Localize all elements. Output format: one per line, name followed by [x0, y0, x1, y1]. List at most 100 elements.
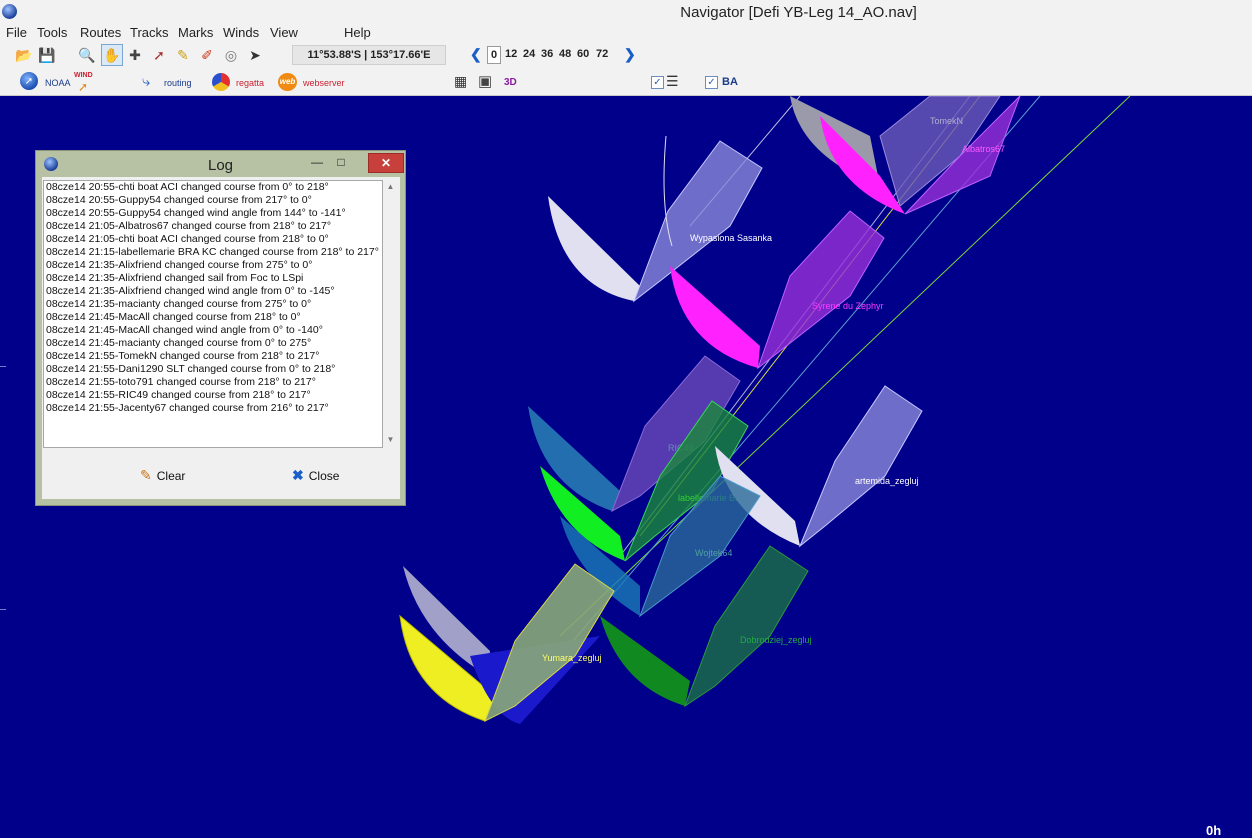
- log-entry: 08cze14 21:55-toto791 changed course fro…: [46, 376, 316, 388]
- maximize-icon[interactable]: □: [334, 153, 348, 171]
- track-line: [559, 96, 1131, 637]
- ba-label: BA: [722, 76, 738, 88]
- wind-label[interactable]: WIND: [74, 72, 93, 79]
- next-time-icon[interactable]: ❯: [624, 46, 636, 63]
- boat-label-tomekn: TomekN: [930, 116, 963, 126]
- hour-0[interactable]: 0: [487, 46, 502, 64]
- close-x-icon: ✖: [292, 467, 304, 483]
- boat-label-albatros67: Albatros67: [962, 144, 1005, 154]
- menu-help[interactable]: Help: [344, 25, 371, 40]
- noaa-globe-icon[interactable]: ➚: [20, 72, 38, 90]
- log-entry: 08cze14 21:05-Albatros67 changed course …: [46, 220, 332, 232]
- boat-sail: [670, 266, 760, 368]
- log-entry: 08cze14 21:35-Alixfriend changed wind an…: [46, 285, 335, 297]
- log-entry: 08cze14 21:55-Jacenty67 changed course f…: [46, 402, 329, 414]
- eraser-icon: ✎: [140, 467, 152, 483]
- log-entry: 08cze14 21:45-MacAll changed course from…: [46, 311, 301, 323]
- boat-label-dobrodziej: Dobrodziej_zegluj: [740, 635, 812, 645]
- layers-icon: ☰: [666, 73, 679, 89]
- menu-tracks[interactable]: Tracks: [130, 25, 169, 40]
- menu-tools[interactable]: Tools: [37, 25, 67, 40]
- log-entry: 08cze14 21:55-Dani1290 SLT changed cours…: [46, 363, 336, 375]
- save-icon[interactable]: 💾: [37, 45, 57, 65]
- log-entry: 08cze14 21:35-macianty changed course fr…: [46, 298, 312, 310]
- routing-icon[interactable]: ⤷: [142, 73, 150, 90]
- boat-hull[interactable]: [756, 210, 885, 370]
- device-icon[interactable]: ▣: [478, 72, 492, 90]
- web-icon[interactable]: web: [278, 73, 297, 91]
- log-scrollbar[interactable]: ▲ ▼: [383, 180, 398, 448]
- measure-ruler-icon[interactable]: ✚: [125, 45, 145, 65]
- brush-icon[interactable]: ✐: [197, 45, 217, 65]
- zoom-icon[interactable]: 🔍: [77, 45, 97, 65]
- route-draw-icon[interactable]: ➚: [149, 45, 169, 65]
- hour-48[interactable]: 48: [559, 48, 571, 60]
- pencil-icon[interactable]: ✎: [173, 45, 193, 65]
- log-window-title: Log: [208, 157, 234, 174]
- log-content: 08cze14 20:55-chti boat ACI changed cour…: [42, 177, 400, 499]
- ba-checkbox[interactable]: ✓: [705, 76, 718, 89]
- hour-60[interactable]: 60: [577, 48, 589, 60]
- scroll-down-icon[interactable]: ▼: [385, 435, 396, 446]
- boat-hull[interactable]: [683, 545, 809, 708]
- hour-36[interactable]: 36: [541, 48, 553, 60]
- log-entry: 08cze14 20:55-Guppy54 changed course fro…: [46, 194, 312, 206]
- menu-routes[interactable]: Routes: [80, 25, 121, 40]
- boat-label-syrene-du-zephyr: Syrene du Zephyr: [812, 301, 884, 311]
- webserver-label[interactable]: webserver: [303, 78, 345, 88]
- close-label: Close: [308, 468, 340, 483]
- boat-sail: [528, 406, 620, 511]
- boat-sail: [548, 196, 640, 301]
- routing-label[interactable]: routing: [164, 78, 192, 88]
- scroll-up-icon[interactable]: ▲: [385, 182, 396, 193]
- window-title: Navigator [Defi YB-Leg 14_AO.nav]: [680, 4, 917, 21]
- log-entry: 08cze14 21:35-Alixfriend changed course …: [46, 259, 313, 271]
- menu-view[interactable]: View: [270, 25, 298, 40]
- log-entry: 08cze14 21:55-RIC49 changed course from …: [46, 389, 311, 401]
- pointer-arrow-icon[interactable]: ➤: [245, 45, 265, 65]
- boat-label-artemida-zegluj: artemida_zegluj: [855, 476, 919, 486]
- log-entry: 08cze14 21:15-labellemarie BRA KC change…: [46, 246, 379, 258]
- cursor-position-readout: 11°53.88'S | 153°17.66'E: [292, 45, 446, 65]
- pan-hand-icon[interactable]: ✋: [101, 44, 123, 66]
- log-entry: 08cze14 21:45-MacAll changed wind angle …: [46, 324, 323, 336]
- boat-hull[interactable]: [798, 385, 923, 548]
- boat-hull[interactable]: [484, 563, 615, 723]
- previous-time-icon[interactable]: ❮: [470, 46, 482, 63]
- wind-arrow-icon[interactable]: ➚: [78, 80, 88, 94]
- 3d-button[interactable]: 3D: [504, 77, 517, 88]
- minimize-icon[interactable]: —: [310, 153, 324, 171]
- log-entry: 08cze14 21:55-TomekN changed course from…: [46, 350, 320, 362]
- log-window: Log — □ ✕ 08cze14 20:55-chti boat ACI ch…: [35, 150, 406, 506]
- main-toolbar: 📂 💾 🔍 ✋ ✚ ➚ ✎ ✐ ◎ ➤ 11°53.88'S | 153°17.…: [0, 42, 1252, 68]
- close-window-icon[interactable]: ✕: [368, 153, 404, 173]
- time-offset-label: 0h: [1206, 823, 1222, 838]
- log-entry: 08cze14 21:35-Alixfriend changed sail fr…: [46, 272, 304, 284]
- hour-72[interactable]: 72: [596, 48, 608, 60]
- log-window-title-bar[interactable]: Log — □ ✕: [36, 151, 405, 179]
- open-folder-icon[interactable]: 📂: [14, 45, 34, 65]
- menu-winds[interactable]: Winds: [223, 25, 259, 40]
- layers-checkbox[interactable]: ✓: [651, 76, 664, 89]
- boat-hull[interactable]: [632, 140, 763, 303]
- hour-12[interactable]: 12: [505, 48, 517, 60]
- regatta-label[interactable]: regatta: [236, 78, 264, 88]
- boat-sail: [600, 616, 690, 706]
- menu-marks[interactable]: Marks: [178, 25, 213, 40]
- log-list[interactable]: 08cze14 20:55-chti boat ACI changed cour…: [43, 180, 383, 448]
- boat-label-wojtek64: Wojtek64: [695, 548, 732, 558]
- boat-label-wypasiona-sasanka: Wypasiona Sasanka: [690, 233, 772, 243]
- calculator-icon[interactable]: ▦: [454, 73, 467, 90]
- log-globe-icon: [44, 157, 58, 171]
- noaa-label[interactable]: NOAA: [45, 78, 71, 88]
- log-entry: 08cze14 21:05-chti boat ACI changed cour…: [46, 233, 329, 245]
- clear-button[interactable]: ✎ Clear: [140, 467, 185, 484]
- close-button[interactable]: ✖ Close: [292, 467, 339, 484]
- log-entry: 08cze14 20:55-chti boat ACI changed cour…: [46, 181, 329, 193]
- log-entry: 08cze14 20:55-Guppy54 changed wind angle…: [46, 207, 346, 219]
- target-icon[interactable]: ◎: [221, 45, 241, 65]
- hour-24[interactable]: 24: [523, 48, 535, 60]
- regatta-icon[interactable]: [212, 73, 230, 91]
- menu-file[interactable]: File: [6, 25, 27, 40]
- boat-label-yumara-zegluj: Yumara_zegluj: [542, 653, 602, 663]
